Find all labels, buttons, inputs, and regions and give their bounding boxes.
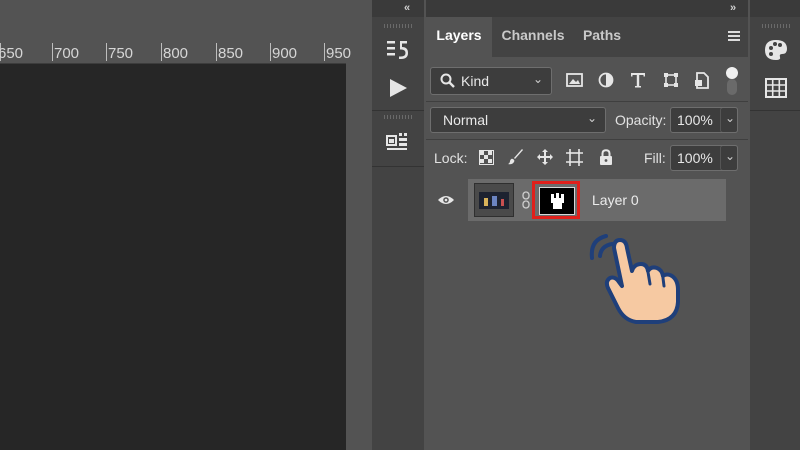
- image-filter-icon[interactable]: [564, 70, 584, 90]
- fill-dropdown[interactable]: ⌄: [720, 145, 738, 171]
- image-thumbnail: [479, 192, 509, 209]
- chevron-down-icon: ⌄: [725, 111, 736, 125]
- document-canvas[interactable]: [0, 64, 346, 450]
- ruler-label: 850: [218, 45, 244, 62]
- shape-filter-icon[interactable]: [661, 70, 681, 90]
- ruler-tick: [161, 43, 162, 61]
- layer-name[interactable]: Layer 0: [592, 192, 639, 208]
- opacity-value: 100%: [677, 112, 713, 128]
- layer-row[interactable]: Layer 0: [468, 179, 726, 221]
- horizontal-ruler: 650 700 750 800 850 900 950: [0, 41, 351, 64]
- panel-grip[interactable]: [384, 24, 412, 28]
- panel-menu-icon[interactable]: [726, 29, 742, 43]
- opacity-label: Opacity:: [615, 112, 667, 128]
- ruler-label: 650: [0, 45, 24, 62]
- play-icon[interactable]: [382, 72, 414, 104]
- ruler-tick: [270, 43, 271, 61]
- adjustment-filter-icon[interactable]: [596, 70, 616, 90]
- ruler-tick: [324, 43, 325, 61]
- tab-channels[interactable]: Channels: [494, 17, 572, 57]
- smart-object-filter-icon[interactable]: [692, 70, 712, 90]
- tab-paths[interactable]: Paths: [574, 17, 630, 57]
- tab-layers[interactable]: Layers: [426, 17, 492, 57]
- chevron-down-icon: ⌄: [725, 149, 736, 163]
- grid-icon[interactable]: [760, 74, 792, 102]
- ruler-label: 900: [272, 45, 298, 62]
- chevron-down-icon: ⌄: [586, 111, 597, 125]
- panel-header-bar: »: [426, 0, 748, 17]
- panel-grip[interactable]: [384, 115, 412, 119]
- right-panel-dock: [750, 0, 800, 450]
- divider: [372, 110, 424, 111]
- layer-thumbnail[interactable]: [474, 183, 514, 217]
- ruler-tick: [52, 43, 53, 61]
- filter-kind-select[interactable]: Kind ⌄: [430, 67, 552, 95]
- panel-grip[interactable]: [762, 24, 790, 28]
- swatches-palette-icon[interactable]: [760, 36, 792, 64]
- mask-shape-icon: [551, 193, 564, 209]
- divider: [750, 110, 800, 111]
- document-window: 650 700 750 800 850 900 950: [0, 0, 370, 450]
- lock-all-icon[interactable]: [596, 147, 616, 167]
- fill-label: Fill:: [644, 150, 666, 166]
- blend-mode-select[interactable]: Normal ⌄: [430, 107, 606, 133]
- layer-mask-thumbnail[interactable]: [539, 187, 575, 215]
- ruler-tick: [106, 43, 107, 61]
- ruler-label: 700: [54, 45, 80, 62]
- fill-value: 100%: [677, 150, 713, 166]
- mask-link-icon[interactable]: [522, 191, 530, 209]
- opacity-dropdown[interactable]: ⌄: [720, 107, 738, 133]
- visibility-eye-icon[interactable]: [434, 191, 458, 209]
- collapse-left-icon[interactable]: «: [404, 2, 410, 14]
- blend-mode-value: Normal: [443, 112, 489, 128]
- search-icon: [440, 73, 456, 92]
- panel-tabs: Layers Channels Paths: [426, 17, 748, 57]
- lock-artboard-icon[interactable]: [564, 147, 584, 167]
- dock-header: [750, 0, 800, 17]
- divider: [426, 139, 748, 140]
- filter-kind-label: Kind: [461, 73, 490, 89]
- libraries-icon[interactable]: [382, 126, 414, 158]
- ruler-label: 750: [108, 45, 134, 62]
- collapse-right-icon[interactable]: »: [730, 2, 736, 14]
- type-filter-icon[interactable]: [628, 70, 648, 90]
- collapsed-panel-dock: «: [372, 0, 424, 450]
- dock-header: «: [372, 0, 424, 17]
- filter-toggle[interactable]: [726, 67, 740, 95]
- pointing-hand-icon: [586, 226, 686, 326]
- lock-position-icon[interactable]: [535, 147, 555, 167]
- highlight-box: [532, 181, 580, 219]
- divider: [426, 101, 748, 102]
- lock-transparency-icon[interactable]: [476, 147, 496, 167]
- lock-pixels-icon[interactable]: [506, 147, 526, 167]
- chevron-down-icon: ⌄: [532, 72, 543, 86]
- history-icon[interactable]: [382, 34, 414, 66]
- ruler-label: 800: [163, 45, 189, 62]
- divider: [372, 166, 424, 167]
- lock-label: Lock:: [434, 150, 468, 166]
- ruler-tick: [216, 43, 217, 61]
- ruler-label: 950: [326, 45, 352, 62]
